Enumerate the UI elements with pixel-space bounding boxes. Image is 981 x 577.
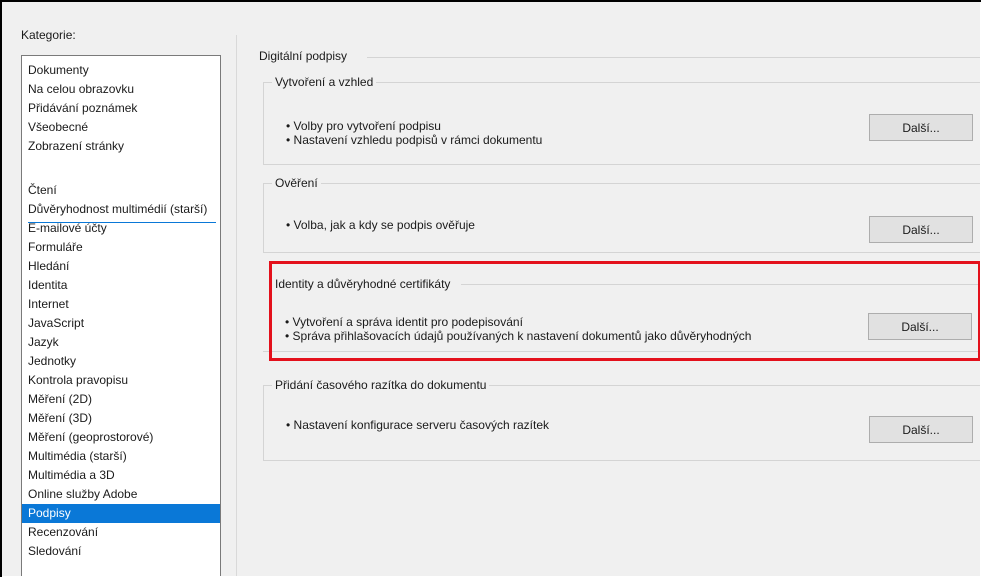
category-duveryhodnost-multimedii[interactable]: Důvěryhodnost multimédií (starší): [22, 200, 220, 219]
category-identita[interactable]: Identita: [22, 276, 220, 295]
panel-divider: [236, 35, 237, 576]
title-rule: [367, 57, 980, 58]
bullet-text: • Nastavení vzhledu podpisů v rámci doku…: [286, 133, 543, 147]
category-javascript[interactable]: JavaScript: [22, 314, 220, 333]
category-na-celou-obrazovku[interactable]: Na celou obrazovku: [22, 80, 220, 99]
group-description: • Volba, jak a kdy se podpis ověřuje: [286, 218, 475, 232]
category-cteni[interactable]: Čtení: [22, 181, 220, 200]
overeni-dalsi-button[interactable]: Další...: [869, 216, 973, 243]
categories-label: Kategorie:: [21, 28, 76, 42]
group-title: Ověření: [272, 176, 321, 190]
category-recenzovani[interactable]: Recenzování: [22, 523, 220, 542]
bullet-text: • Volby pro vytvoření podpisu: [286, 119, 441, 133]
preferences-dialog: Kategorie: Dokumenty Na celou obrazovku …: [0, 0, 980, 576]
group-title: Identity a důvěryhodné certifikáty: [272, 277, 454, 291]
group-rule: [461, 284, 980, 285]
group-description: • Volby pro vytvoření podpisu • Nastaven…: [286, 119, 542, 147]
category-zobrazeni-stranky[interactable]: Zobrazení stránky: [22, 137, 220, 156]
category-multimedia-starsi[interactable]: Multimédia (starší): [22, 447, 220, 466]
bullet-text: • Volba, jak a kdy se podpis ověřuje: [286, 218, 475, 232]
group-overeni: Ověření • Volba, jak a kdy se podpis ově…: [263, 176, 980, 253]
category-jednotky[interactable]: Jednotky: [22, 352, 220, 371]
group-vytvoreni-a-vzhled: Vytvoření a vzhled • Volby pro vytvoření…: [263, 75, 980, 165]
category-sledovani[interactable]: Sledování: [22, 542, 220, 561]
page-title: Digitální podpisy: [259, 49, 352, 63]
category-podpisy[interactable]: Podpisy: [22, 504, 220, 523]
category-online-sluzby-adobe[interactable]: Online služby Adobe: [22, 485, 220, 504]
identity-dalsi-button[interactable]: Další...: [868, 313, 972, 340]
categories-list[interactable]: Dokumenty Na celou obrazovku Přidávání p…: [21, 55, 221, 576]
vytvoreni-dalsi-button[interactable]: Další...: [869, 114, 973, 141]
category-dokumenty[interactable]: Dokumenty: [22, 61, 220, 80]
category-e-mailove-ucty[interactable]: E-mailové účty: [22, 219, 220, 238]
bullet-text: • Vytvoření a správa identit pro podepis…: [285, 315, 523, 329]
group-casove-razitko: Přidání časového razítka do dokumentu • …: [263, 378, 980, 461]
category-mereni-2d[interactable]: Měření (2D): [22, 390, 220, 409]
casove-razitko-dalsi-button[interactable]: Další...: [869, 416, 973, 443]
category-jazyk[interactable]: Jazyk: [22, 333, 220, 352]
category-vseobecne[interactable]: Všeobecné: [22, 118, 220, 137]
category-mereni-3d[interactable]: Měření (3D): [22, 409, 220, 428]
category-kontrola-pravopisu[interactable]: Kontrola pravopisu: [22, 371, 220, 390]
bullet-text: • Správa přihlašovacích údajů používanýc…: [285, 329, 752, 343]
window-edge-left: [0, 0, 2, 577]
window-edge-top: [0, 0, 981, 2]
category-formulare[interactable]: Formuláře: [22, 238, 220, 257]
group-title: Vytvoření a vzhled: [272, 75, 377, 89]
category-hledani[interactable]: Hledání: [22, 257, 220, 276]
group-title: Přidání časového razítka do dokumentu: [272, 378, 490, 392]
group-identity-a-certifikaty: Identity a důvěryhodné certifikáty • Vyt…: [263, 277, 980, 352]
category-multimedia-a-3d[interactable]: Multimédia a 3D: [22, 466, 220, 485]
group-description: • Nastavení konfigurace serveru časových…: [286, 418, 549, 432]
category-mereni-geoprostorove[interactable]: Měření (geoprostorové): [22, 428, 220, 447]
bullet-text: • Nastavení konfigurace serveru časových…: [286, 418, 549, 432]
group-description: • Vytvoření a správa identit pro podepis…: [285, 315, 751, 343]
category-pridavani-poznamek[interactable]: Přidávání poznámek: [22, 99, 220, 118]
category-internet[interactable]: Internet: [22, 295, 220, 314]
